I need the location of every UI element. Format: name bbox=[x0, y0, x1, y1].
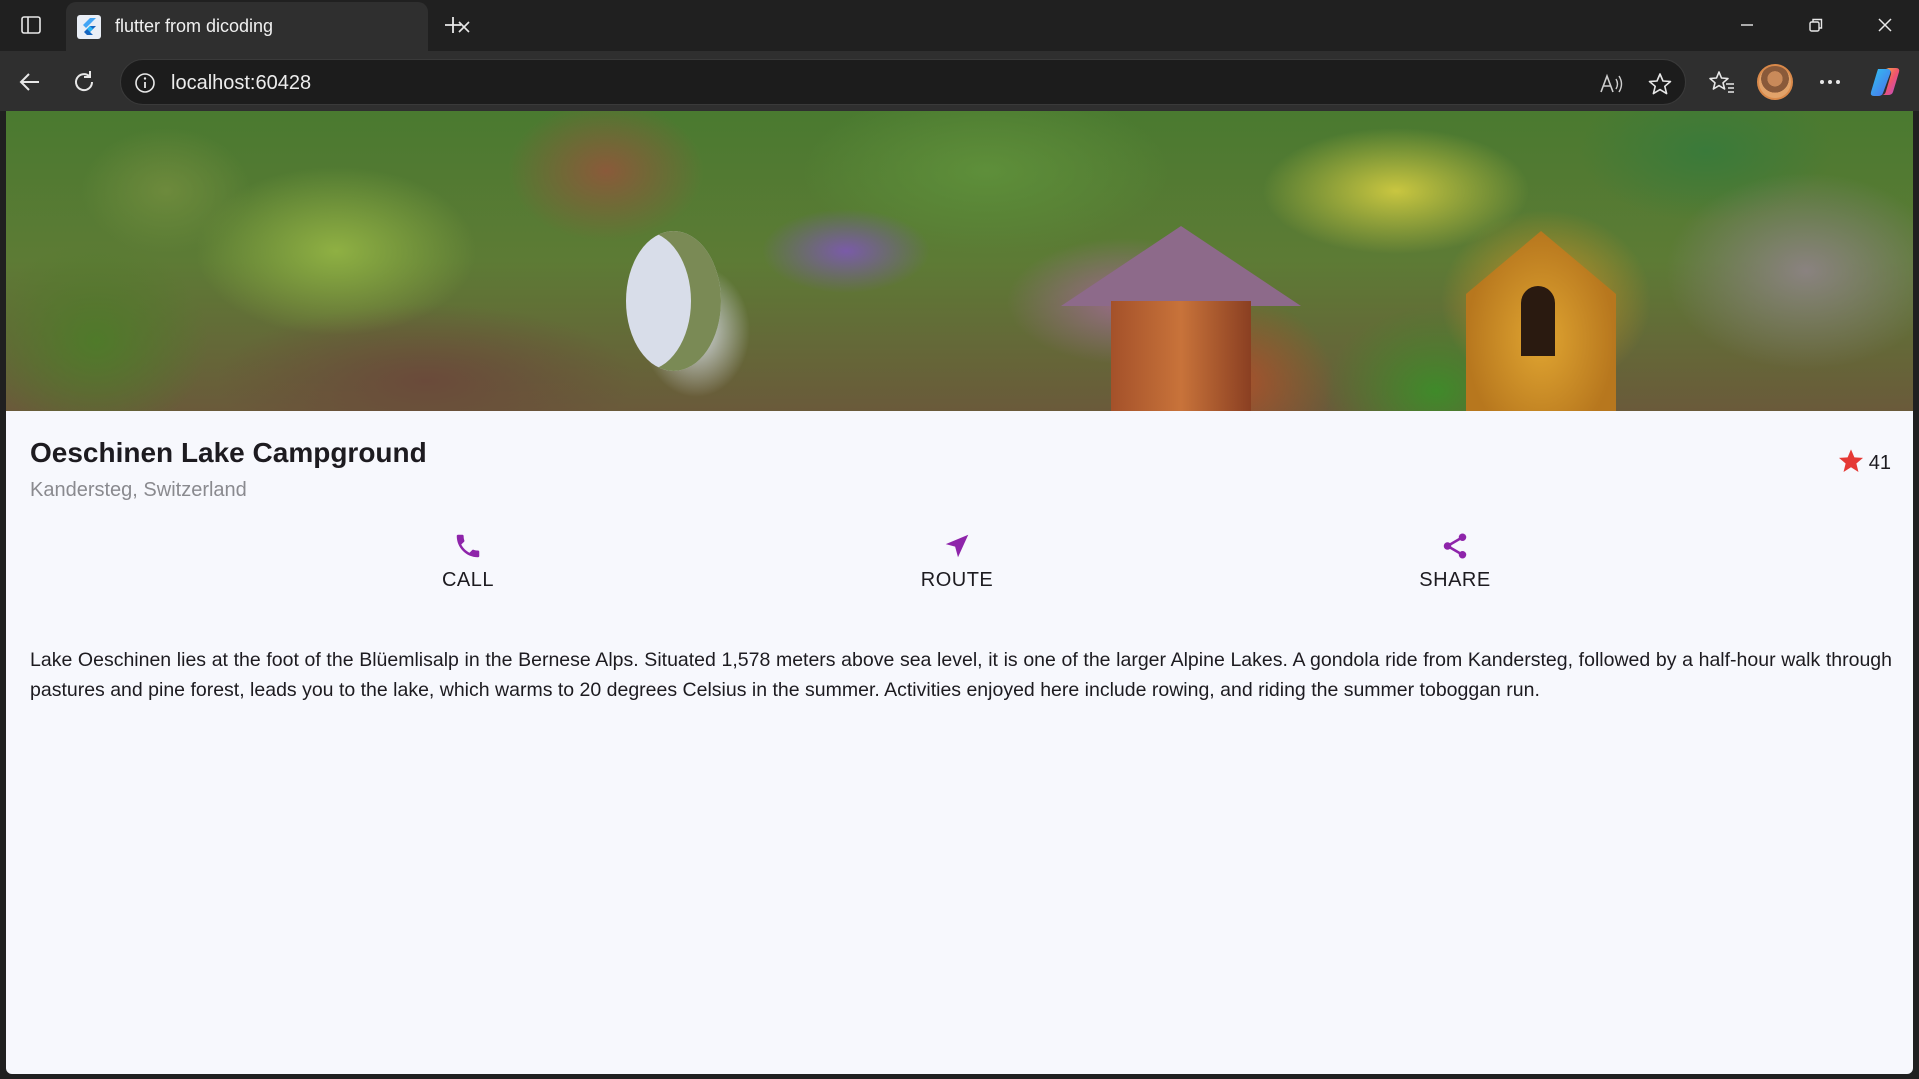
hero-image bbox=[6, 111, 1913, 411]
browser-toolbar: localhost:60428 bbox=[0, 51, 1919, 111]
new-tab-plus-icon[interactable] bbox=[438, 10, 468, 40]
rating-count: 41 bbox=[1868, 452, 1891, 474]
hero-hut-body bbox=[1111, 301, 1251, 411]
info-icon[interactable] bbox=[133, 71, 157, 95]
route-button[interactable]: ROUTE bbox=[877, 529, 1037, 592]
browser-tab[interactable]: flutter from dicoding bbox=[66, 2, 470, 51]
avatar[interactable] bbox=[1757, 64, 1793, 100]
favorites-icon[interactable] bbox=[1704, 64, 1740, 100]
phone-icon bbox=[451, 529, 485, 563]
flutter-logo-icon bbox=[77, 15, 101, 39]
title-block: Oeschinen Lake Campground Kandersteg, Sw… bbox=[30, 437, 427, 502]
hero-hut-roof bbox=[1061, 226, 1301, 306]
call-button[interactable]: CALL bbox=[388, 529, 548, 592]
action-buttons-row: CALL ROUTE SHARE bbox=[6, 529, 1913, 599]
place-title: Oeschinen Lake Campground bbox=[30, 437, 427, 468]
hero-golden-house-door bbox=[1521, 286, 1555, 356]
tab-actions-icon[interactable] bbox=[14, 10, 48, 40]
star-outline-icon[interactable] bbox=[1646, 70, 1674, 98]
share-button[interactable]: SHARE bbox=[1375, 529, 1535, 592]
copilot-icon[interactable] bbox=[1868, 65, 1902, 99]
browser-title-bar: flutter from dicoding bbox=[0, 0, 1919, 51]
back-arrow-icon[interactable] bbox=[12, 64, 48, 100]
share-icon bbox=[1438, 529, 1472, 563]
restore-icon[interactable] bbox=[1793, 8, 1839, 42]
place-description: Lake Oeschinen lies at the foot of the B… bbox=[30, 649, 1892, 701]
refresh-icon[interactable] bbox=[66, 64, 102, 100]
share-label: SHARE bbox=[1419, 569, 1491, 591]
url-text[interactable]: localhost:60428 bbox=[171, 72, 311, 95]
tab-title: flutter from dicoding bbox=[115, 16, 274, 36]
rating[interactable]: 41 bbox=[1837, 447, 1891, 480]
address-bar[interactable]: localhost:60428 bbox=[120, 59, 1686, 105]
page-viewport: Oeschinen Lake Campground Kandersteg, Sw… bbox=[6, 111, 1913, 1074]
hero-moon-sculpture bbox=[626, 231, 721, 371]
more-icon[interactable] bbox=[1812, 64, 1848, 100]
route-label: ROUTE bbox=[920, 569, 994, 591]
close-window-icon[interactable] bbox=[1862, 8, 1908, 42]
place-location: Kandersteg, Switzerland bbox=[30, 479, 247, 501]
navigation-icon bbox=[940, 529, 974, 563]
star-icon[interactable] bbox=[1837, 447, 1865, 480]
read-aloud-icon[interactable] bbox=[1597, 70, 1625, 98]
minimize-icon[interactable] bbox=[1724, 8, 1770, 42]
call-label: CALL bbox=[441, 569, 495, 591]
